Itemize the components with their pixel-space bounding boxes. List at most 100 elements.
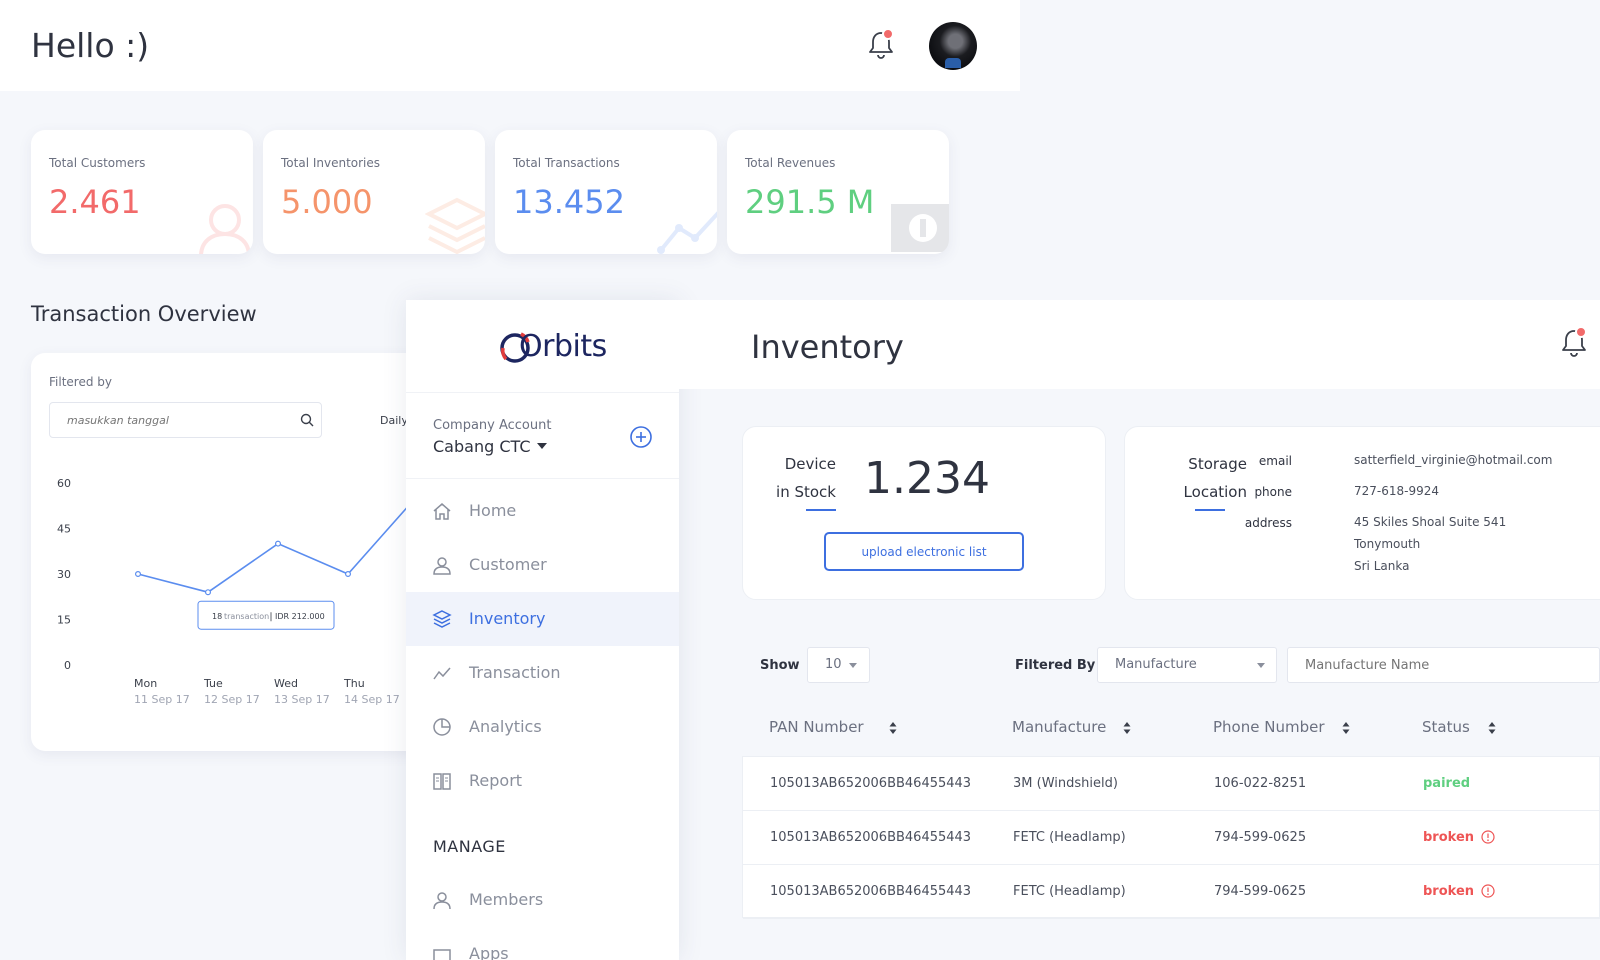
y-tick-label: 45 <box>57 523 71 536</box>
pie-icon <box>433 718 451 736</box>
info-icon[interactable] <box>1481 830 1495 844</box>
sidebar-item-label: Transaction <box>469 663 561 682</box>
status-badge: broken <box>1423 884 1475 899</box>
apps-icon <box>433 949 451 960</box>
manage-heading: MANAGE <box>433 837 506 856</box>
data-point <box>134 570 141 577</box>
money-icon <box>891 204 949 252</box>
customer-icon <box>433 557 451 575</box>
storage-location-card: Storage Location email satterfield_virgi… <box>1124 426 1600 600</box>
sidebar-item-label: Inventory <box>469 609 546 628</box>
chevron-down-icon <box>1257 663 1265 668</box>
x-tick-label: Wed <box>274 677 298 690</box>
address-line: Tonymouth <box>1354 537 1421 551</box>
sidebar-item-apps[interactable]: Apps <box>406 927 679 960</box>
filtered-by-label: Filtered By <box>1015 658 1096 673</box>
sidebar-item-analytics[interactable]: Analytics <box>406 700 679 754</box>
upload-button[interactable]: upload electronic list <box>824 532 1024 571</box>
stat-label: Total Revenues <box>745 156 836 170</box>
x-tick-label: Tue <box>203 677 223 690</box>
page-title: Inventory <box>751 328 904 366</box>
page-size-select[interactable]: 10 <box>807 647 870 683</box>
column-header-phone[interactable]: Phone Number <box>1213 718 1325 736</box>
address-line: Sri Lanka <box>1354 559 1410 573</box>
avatar[interactable] <box>929 22 977 70</box>
layers-icon <box>432 610 452 628</box>
data-point <box>345 570 352 577</box>
device-stock-value: 1.234 <box>864 453 990 504</box>
info-icon[interactable] <box>1481 884 1495 898</box>
sort-icon[interactable] <box>1342 722 1350 734</box>
sidebar-item-report[interactable]: Report <box>406 754 679 808</box>
pan-cell: 105013AB652006BB46455443 <box>770 776 972 791</box>
section-title: Transaction Overview <box>31 302 257 326</box>
y-tick-label: 15 <box>57 614 71 627</box>
inventory-table: 105013AB652006BB46455443 3M (Windshield)… <box>742 756 1600 919</box>
table-row[interactable]: 105013AB652006BB46455443 3M (Windshield)… <box>743 757 1600 811</box>
sort-icon[interactable] <box>889 722 897 734</box>
sidebar: Orbits Company Account Cabang CTC Home C… <box>406 300 679 960</box>
greeting: Hello :) <box>31 26 150 65</box>
stat-value: 291.5 M <box>745 183 875 221</box>
address-line: 45 Skiles Shoal Suite 541 <box>1354 515 1507 529</box>
underline <box>806 509 836 511</box>
top-bar: Hello :) <box>0 0 1020 91</box>
notification-dot <box>1575 326 1587 338</box>
period-select[interactable]: Daily <box>380 414 408 427</box>
x-tick-label: Mon <box>134 677 157 690</box>
stat-card-transactions: Total Transactions 13.452 <box>495 130 717 254</box>
column-header-manufacture[interactable]: Manufacture <box>1012 718 1106 736</box>
column-header-status[interactable]: Status <box>1422 718 1470 736</box>
sort-icon[interactable] <box>1488 722 1496 734</box>
table-row[interactable]: 105013AB652006BB46455443 FETC (Headlamp)… <box>743 811 1600 865</box>
device-stock-card: Device in Stock 1.234 upload electronic … <box>742 426 1106 600</box>
logo-text: Orbits <box>519 329 607 364</box>
divider <box>406 478 679 479</box>
notification-bell-icon[interactable] <box>866 28 896 67</box>
filter-select[interactable]: Manufacture <box>1097 647 1277 683</box>
y-tick-label: 60 <box>57 477 71 490</box>
y-tick-label: 0 <box>64 659 71 672</box>
sidebar-item-inventory[interactable]: Inventory <box>406 592 679 646</box>
stat-card-inventories: Total Inventories 5.000 <box>263 130 485 254</box>
book-icon <box>433 773 451 790</box>
email-value: satterfield_virginie@hotmail.com <box>1354 453 1553 467</box>
manufacture-name-input[interactable] <box>1287 647 1600 683</box>
sidebar-item-members[interactable]: Members <box>406 873 679 927</box>
x-tick-sublabel: 11 Sep 17 <box>134 693 190 706</box>
tooltip-count-label: transaction <box>224 612 269 621</box>
add-account-button[interactable] <box>629 425 653 449</box>
stat-value: 13.452 <box>513 183 625 221</box>
stat-value: 2.461 <box>49 183 141 221</box>
filter-select-value: Manufacture <box>1115 657 1197 672</box>
sidebar-item-customer[interactable]: Customer <box>406 538 679 592</box>
device-label: Device in Stock <box>763 450 836 506</box>
table-row[interactable]: 105013AB652006BB46455443 FETC (Headlamp)… <box>743 865 1600 919</box>
user-icon <box>433 892 451 910</box>
manufacture-cell: FETC (Headlamp) <box>1013 830 1126 845</box>
account-name[interactable]: Cabang CTC <box>433 437 531 456</box>
sidebar-item-label: Apps <box>469 944 509 960</box>
device-label-line: in Stock <box>776 483 836 501</box>
pan-cell: 105013AB652006BB46455443 <box>770 830 972 845</box>
x-tick-sublabel: 13 Sep 17 <box>274 693 330 706</box>
sort-icon[interactable] <box>1123 722 1131 734</box>
phone-label: phone <box>1254 485 1292 499</box>
notification-bell-icon[interactable] <box>1559 326 1589 365</box>
transaction-line-chart: 0 15 30 45 60 Mon 11 Sep 17 Tue 12 Sep 17 Wed 13 S… <box>57 477 427 706</box>
search-icon[interactable] <box>300 413 314 427</box>
x-tick-sublabel: 12 Sep 17 <box>204 693 260 706</box>
stat-label: Total Inventories <box>281 156 381 170</box>
chevron-down-icon[interactable] <box>537 443 547 449</box>
sidebar-item-label: Members <box>469 890 544 909</box>
address-value: 45 Skiles Shoal Suite 541 Tonymouth Sri … <box>1354 511 1506 577</box>
layers-icon <box>425 197 485 254</box>
status-badge: paired <box>1423 776 1471 791</box>
device-label-line: Device <box>784 455 836 473</box>
sidebar-item-transaction[interactable]: Transaction <box>406 646 679 700</box>
manufacture-cell: 3M (Windshield) <box>1013 776 1118 791</box>
column-header-pan[interactable]: PAN Number <box>769 718 864 736</box>
tooltip-count: 18 <box>212 612 222 621</box>
sidebar-item-home[interactable]: Home <box>406 484 679 538</box>
date-input[interactable] <box>49 402 322 438</box>
